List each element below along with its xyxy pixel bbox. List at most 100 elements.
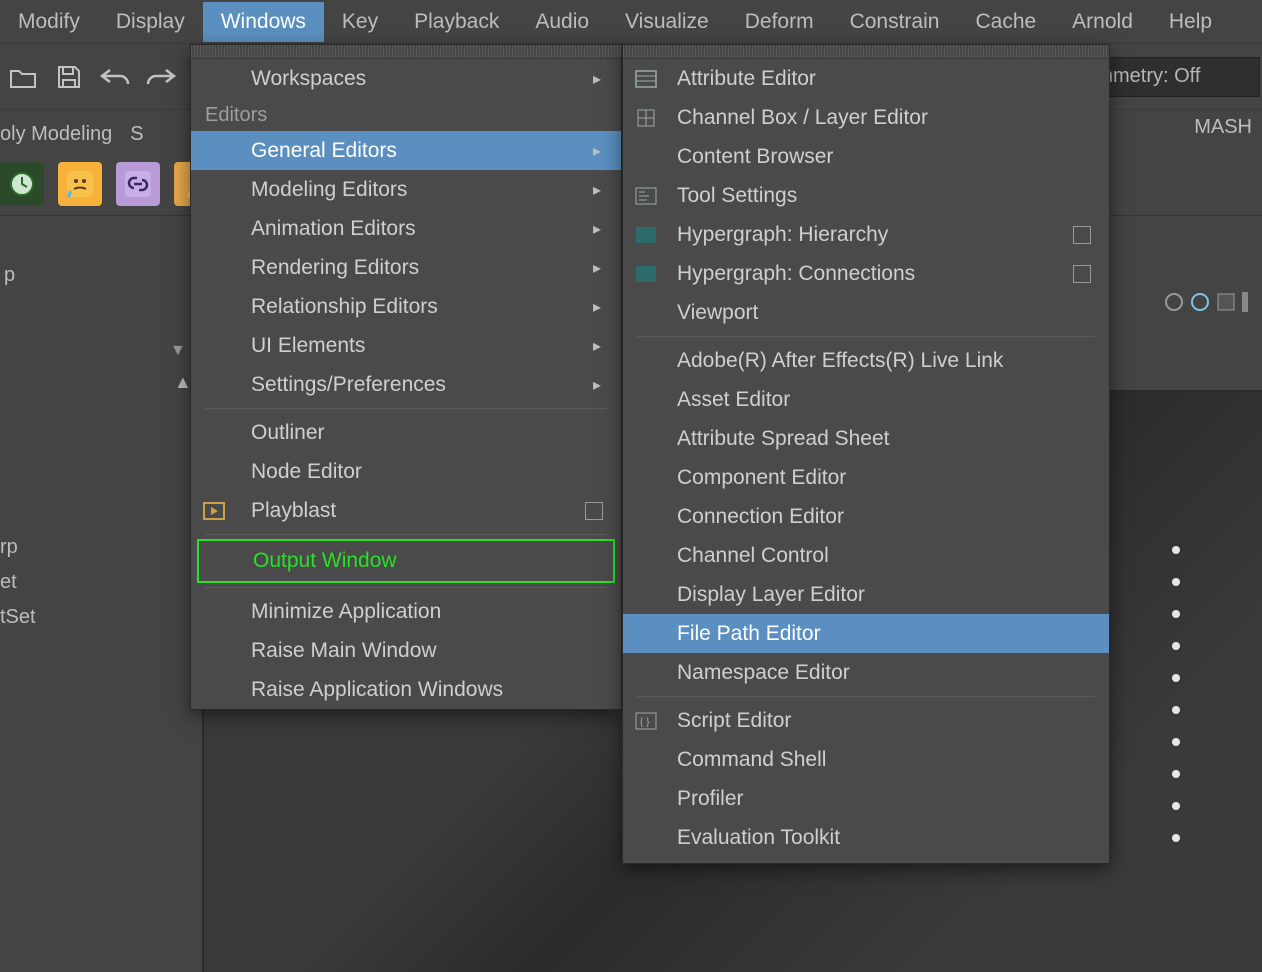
submenu-label: Hypergraph: Connections <box>677 262 915 286</box>
script-editor-icon: { } <box>631 706 661 736</box>
menu-ui-elements[interactable]: UI Elements <box>191 326 621 365</box>
submenu-divider <box>637 336 1095 337</box>
menu-display[interactable]: Display <box>98 2 203 42</box>
sub-attribute-editor[interactable]: Attribute Editor <box>623 59 1109 98</box>
menu-playblast[interactable]: Playblast <box>191 491 621 530</box>
menu-tearoff-grip[interactable] <box>191 45 621 59</box>
sub-hypergraph-hierarchy[interactable]: Hypergraph: Hierarchy <box>623 215 1109 254</box>
menu-output-window[interactable]: Output Window <box>197 539 615 583</box>
menu-animation-editors[interactable]: Animation Editors <box>191 209 621 248</box>
menu-section-editors: Editors <box>191 98 621 131</box>
submenu-label: Script Editor <box>677 709 791 733</box>
menu-outliner[interactable]: Outliner <box>191 413 621 452</box>
menu-constrain[interactable]: Constrain <box>832 2 958 42</box>
menu-general-editors[interactable]: General Editors <box>191 131 621 170</box>
open-folder-icon[interactable] <box>3 57 43 97</box>
viewport-shade-icon[interactable] <box>1164 292 1184 312</box>
general-editors-submenu: Attribute Editor Channel Box / Layer Edi… <box>622 44 1110 864</box>
submenu-label: Adobe(R) After Effects(R) Live Link <box>677 349 1003 373</box>
menu-playback[interactable]: Playback <box>396 2 517 42</box>
outliner-item[interactable]: tSet <box>0 600 36 635</box>
menu-rendering-editors[interactable]: Rendering Editors <box>191 248 621 287</box>
menu-label: Outliner <box>251 421 325 445</box>
menu-label: Settings/Preferences <box>251 373 446 397</box>
menu-relationship-editors[interactable]: Relationship Editors <box>191 287 621 326</box>
shelf-tab-mash[interactable]: MASH <box>1194 116 1252 139</box>
sub-component-editor[interactable]: Component Editor <box>623 458 1109 497</box>
menu-windows[interactable]: Windows <box>203 2 324 42</box>
menu-modeling-editors[interactable]: Modeling Editors <box>191 170 621 209</box>
shelf-tab-poly[interactable]: oly Modeling <box>0 117 130 152</box>
submenu-label: Connection Editor <box>677 505 844 529</box>
menu-raise-main[interactable]: Raise Main Window <box>191 631 621 670</box>
sub-profiler[interactable]: Profiler <box>623 779 1109 818</box>
sub-viewport[interactable]: Viewport <box>623 293 1109 332</box>
sub-namespace-editor[interactable]: Namespace Editor <box>623 653 1109 692</box>
menu-label: Output Window <box>253 549 397 573</box>
menu-label: Minimize Application <box>251 600 441 624</box>
submenu-label: Namespace Editor <box>677 661 850 685</box>
sub-command-shell[interactable]: Command Shell <box>623 740 1109 779</box>
menu-visualize[interactable]: Visualize <box>607 2 727 42</box>
sub-ae-live-link[interactable]: Adobe(R) After Effects(R) Live Link <box>623 341 1109 380</box>
menu-key[interactable]: Key <box>324 2 396 42</box>
submenu-label: Viewport <box>677 301 758 325</box>
channel-box-icon <box>631 103 661 133</box>
viewport-shade4-icon[interactable] <box>1242 292 1248 312</box>
menu-settings-prefs[interactable]: Settings/Preferences <box>191 365 621 404</box>
menu-label: General Editors <box>251 139 397 163</box>
sub-content-browser[interactable]: Content Browser <box>623 137 1109 176</box>
shelf-emoji-icon[interactable] <box>58 162 102 206</box>
shelf-link-icon[interactable] <box>116 162 160 206</box>
submenu-label: Evaluation Toolkit <box>677 826 840 850</box>
windows-menu-panel: Workspaces Editors General Editors Model… <box>190 44 622 710</box>
hypergraph-icon <box>631 220 661 250</box>
viewport-shade3-icon[interactable] <box>1216 292 1236 312</box>
submenu-tearoff-grip[interactable] <box>623 45 1109 59</box>
undo-icon[interactable] <box>95 57 135 97</box>
menu-label: Workspaces <box>251 67 366 91</box>
sub-hypergraph-connections[interactable]: Hypergraph: Connections <box>623 254 1109 293</box>
sub-attribute-spread[interactable]: Attribute Spread Sheet <box>623 419 1109 458</box>
viewport-shade2-icon[interactable] <box>1190 292 1210 312</box>
hypergraph-connections-options-icon[interactable] <box>1073 265 1091 283</box>
save-icon[interactable] <box>49 57 89 97</box>
sub-channel-control[interactable]: Channel Control <box>623 536 1109 575</box>
menu-audio[interactable]: Audio <box>517 2 607 42</box>
sub-display-layer-editor[interactable]: Display Layer Editor <box>623 575 1109 614</box>
sub-evaluation-toolkit[interactable]: Evaluation Toolkit <box>623 818 1109 857</box>
submenu-label: Hypergraph: Hierarchy <box>677 223 888 247</box>
redo-icon[interactable] <box>141 57 181 97</box>
panel-chevron-down-icon[interactable]: ▼ <box>170 342 186 360</box>
outliner-item[interactable]: et <box>0 565 36 600</box>
hypergraph-hierarchy-options-icon[interactable] <box>1073 226 1091 244</box>
sub-tool-settings[interactable]: Tool Settings <box>623 176 1109 215</box>
panel-label: p <box>0 260 200 297</box>
shelf-tab-s[interactable]: S <box>130 117 161 152</box>
menu-arnold[interactable]: Arnold <box>1054 2 1151 42</box>
menu-node-editor[interactable]: Node Editor <box>191 452 621 491</box>
shelf-clock-icon[interactable] <box>0 162 44 206</box>
menu-workspaces[interactable]: Workspaces <box>191 59 621 98</box>
sub-asset-editor[interactable]: Asset Editor <box>623 380 1109 419</box>
menu-label: Node Editor <box>251 460 362 484</box>
menu-cache[interactable]: Cache <box>957 2 1054 42</box>
submenu-label: Content Browser <box>677 145 833 169</box>
sub-channel-box[interactable]: Channel Box / Layer Editor <box>623 98 1109 137</box>
menu-raise-all[interactable]: Raise Application Windows <box>191 670 621 709</box>
submenu-label: Profiler <box>677 787 744 811</box>
menu-divider <box>205 534 607 535</box>
playblast-options-icon[interactable] <box>585 502 603 520</box>
sub-script-editor[interactable]: { } Script Editor <box>623 701 1109 740</box>
outliner-item[interactable]: rp <box>0 530 36 565</box>
menu-help[interactable]: Help <box>1151 2 1230 42</box>
sub-file-path-editor[interactable]: File Path Editor <box>623 614 1109 653</box>
sub-connection-editor[interactable]: Connection Editor <box>623 497 1109 536</box>
menu-minimize-app[interactable]: Minimize Application <box>191 592 621 631</box>
menu-modify[interactable]: Modify <box>0 2 98 42</box>
menu-deform[interactable]: Deform <box>727 2 832 42</box>
menu-label: Animation Editors <box>251 217 416 241</box>
submenu-label: Channel Box / Layer Editor <box>677 106 928 130</box>
submenu-label: Attribute Editor <box>677 67 816 91</box>
menu-label: Rendering Editors <box>251 256 419 280</box>
